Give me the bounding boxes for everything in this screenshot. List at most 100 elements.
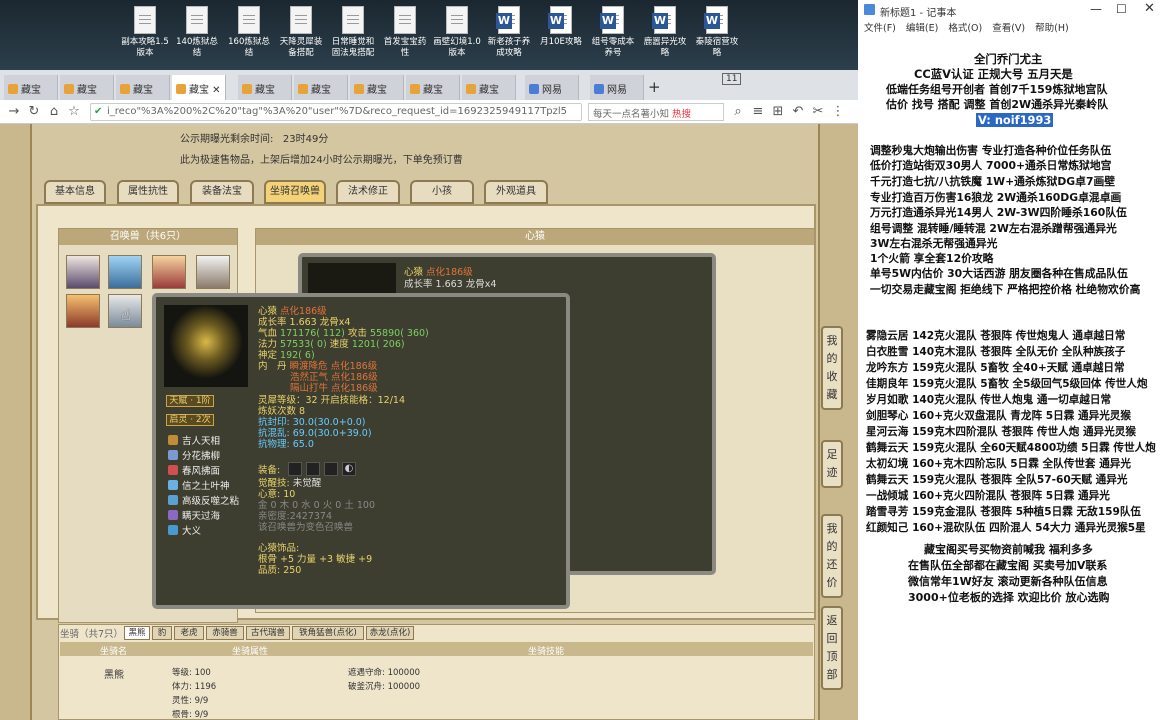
- tab-equipment[interactable]: 装备法宝: [190, 180, 254, 204]
- desktop-file-icon[interactable]: 140炼狱总结: [172, 6, 222, 59]
- my-favorites-button[interactable]: 我的收藏: [821, 326, 843, 410]
- close-icon[interactable]: ✕: [1144, 1, 1155, 16]
- back-arrow-icon[interactable]: →: [6, 104, 22, 120]
- equip-slot[interactable]: [306, 462, 320, 476]
- decor-stats: 根骨 +5 力量 +3 敏捷 +9: [258, 554, 373, 565]
- pet-tooltip: 心猿 点化186级 成长率 1.663 龙骨x4 气血 171176( 112)…: [152, 293, 570, 609]
- tab-child[interactable]: 小孩: [410, 180, 474, 204]
- menu-file[interactable]: 文件(F): [864, 23, 896, 34]
- browser-tab[interactable]: 藏宝: [60, 75, 114, 100]
- search-icon[interactable]: ⌕: [730, 104, 746, 120]
- back-to-top-button[interactable]: 返回顶部: [821, 606, 843, 690]
- skill-item[interactable]: 大义: [168, 523, 201, 537]
- stat-row: 法力 57533( 0) 速度 1201( 206): [258, 339, 405, 350]
- maximize-icon[interactable]: ☐: [1116, 2, 1127, 16]
- browser-tab[interactable]: 藏宝: [116, 75, 170, 100]
- footprint-button[interactable]: 足迹: [821, 440, 843, 488]
- pet-avatar[interactable]: [108, 255, 142, 289]
- tab-mount-pet[interactable]: 坐骑召唤兽: [264, 180, 326, 204]
- text-line: 雾隐云居 142克火混队 苍狠阵 传世炮鬼人 通卓越日常: [866, 330, 1126, 342]
- mount-skill: 遮遇守命: 100000: [348, 668, 421, 678]
- desktop-icon-label: 天降灵犀装备搭配: [279, 37, 323, 58]
- pet-avatar[interactable]: [66, 255, 100, 289]
- reload-icon[interactable]: ↻: [26, 104, 42, 120]
- notepad-text-area[interactable]: 全门乔门尤主 CC蓝V认证 正规大号 五月天是 低端任务组号开创者 首创7千15…: [858, 36, 1174, 720]
- pet-avatar[interactable]: [152, 255, 186, 289]
- desktop-word-icon[interactable]: 组号零成本养号: [588, 6, 638, 59]
- options-icon[interactable]: ⋮: [830, 104, 846, 120]
- minimize-icon[interactable]: —: [1090, 2, 1102, 16]
- mount-skill: 破釜沉舟: 100000: [348, 682, 421, 692]
- desktop-word-icon[interactable]: 月10E攻略: [536, 6, 586, 48]
- tab-title: 网易: [542, 85, 562, 96]
- skill-item[interactable]: 瞒天过海: [168, 508, 220, 522]
- browser-tab[interactable]: 藏宝: [238, 75, 292, 100]
- back-icon[interactable]: ↶: [790, 104, 806, 120]
- mount-tab[interactable]: 豹: [152, 626, 172, 640]
- mount-tab[interactable]: 老虎: [174, 626, 204, 640]
- browser-tab[interactable]: 藏宝: [4, 75, 58, 100]
- tab-attributes[interactable]: 属性抗性: [117, 180, 179, 204]
- tab-spell[interactable]: 法术修正: [336, 180, 400, 204]
- skill-icon: [168, 480, 178, 490]
- search-input[interactable]: 每天一点名著小知 热搜: [588, 103, 724, 121]
- new-tab-icon[interactable]: +: [648, 78, 661, 96]
- browser-tab[interactable]: 藏宝: [406, 75, 460, 100]
- pet-avatar[interactable]: [196, 255, 230, 289]
- menu-help[interactable]: 帮助(H): [1035, 23, 1069, 34]
- browser-tab[interactable]: 藏宝: [294, 75, 348, 100]
- browser-tab[interactable]: 网易: [590, 75, 644, 100]
- address-bar[interactable]: ✔ i_reco"%3A%200%2C%20"tag"%3A%20"user"%7…: [90, 103, 582, 121]
- menu-icon[interactable]: ≡: [750, 104, 766, 120]
- skill-item[interactable]: 春风拂面: [168, 463, 220, 477]
- hot-label: 热搜: [672, 109, 692, 120]
- desktop-file-icon[interactable]: 日常睡觉和固法鬼搭配: [328, 6, 378, 59]
- talent-badge: 天赋 · 1阶: [166, 395, 214, 407]
- tab-count-badge[interactable]: 11: [722, 73, 742, 85]
- desktop-word-icon[interactable]: 新老孩子养成攻略: [484, 6, 534, 59]
- desktop-file-icon[interactable]: 首发宝宝药性: [380, 6, 430, 59]
- text-line: CC蓝V认证 正规大号 五月天是: [914, 67, 1073, 81]
- skill-item[interactable]: 吉人天相: [168, 433, 220, 447]
- pet-growth: 成长率 1.663 龙骨x4: [258, 317, 351, 328]
- bookmark-star-icon[interactable]: ☆: [66, 104, 82, 120]
- browser-tab[interactable]: 藏宝: [350, 75, 404, 100]
- mount-tab[interactable]: 赤骑兽: [206, 626, 244, 640]
- browser-tab[interactable]: 网易: [525, 75, 579, 100]
- site-icon: [594, 84, 604, 94]
- skill-item[interactable]: 高级反噬之粘: [168, 493, 239, 507]
- tab-appearance[interactable]: 外观道具: [484, 180, 548, 204]
- skill-icon: [168, 495, 178, 505]
- menu-view[interactable]: 查看(V): [992, 23, 1025, 34]
- browser-tab[interactable]: 藏宝: [462, 75, 516, 100]
- pet-avatar[interactable]: [66, 294, 100, 328]
- mount-tab[interactable]: 赤龙(点化): [366, 626, 414, 640]
- inner-core: 内 丹 瞬渡降危 点化186级: [258, 361, 378, 372]
- scissors-icon[interactable]: ✂: [810, 104, 826, 120]
- extension-icon[interactable]: ⊞: [770, 104, 786, 120]
- mount-tab[interactable]: 古代瑞兽: [246, 626, 290, 640]
- my-offers-button[interactable]: 我的还价: [821, 514, 843, 598]
- desktop-file-icon[interactable]: 160炼狱总结: [224, 6, 274, 59]
- stat-row: 气血 171176( 112) 攻击 55890( 360): [258, 328, 429, 339]
- mount-tab[interactable]: 铁角猛兽(点化): [292, 626, 364, 640]
- mount-tab[interactable]: 黑熊: [124, 626, 150, 640]
- equip-slot[interactable]: ◐: [342, 462, 356, 476]
- desktop-word-icon[interactable]: 秦陵宿营攻略: [692, 6, 742, 59]
- desktop-file-icon[interactable]: 天降灵犀装备搭配: [276, 6, 326, 59]
- skill-item[interactable]: 信之土叶神: [168, 478, 230, 492]
- home-icon[interactable]: ⌂: [46, 104, 62, 120]
- menu-format[interactable]: 格式(O): [948, 23, 982, 34]
- pet-portrait: [164, 305, 248, 387]
- equip-slot[interactable]: [324, 462, 338, 476]
- skill-item[interactable]: 分花拂柳: [168, 448, 220, 462]
- desktop-file-icon[interactable]: 副本攻略1.5版本: [120, 6, 170, 59]
- equip-slot[interactable]: [288, 462, 302, 476]
- notepad-title: 新标题1 - 记事本: [880, 8, 957, 19]
- tab-basic-info[interactable]: 基本信息: [44, 180, 106, 204]
- desktop-icon-label: 鹿嚣异光攻略: [643, 37, 687, 58]
- browser-tab-active[interactable]: 藏宝 ✕: [172, 75, 226, 100]
- desktop-file-icon[interactable]: 画壁幻境1.0版本: [432, 6, 482, 59]
- menu-edit[interactable]: 编辑(E): [906, 23, 938, 34]
- desktop-word-icon[interactable]: 鹿嚣异光攻略: [640, 6, 690, 59]
